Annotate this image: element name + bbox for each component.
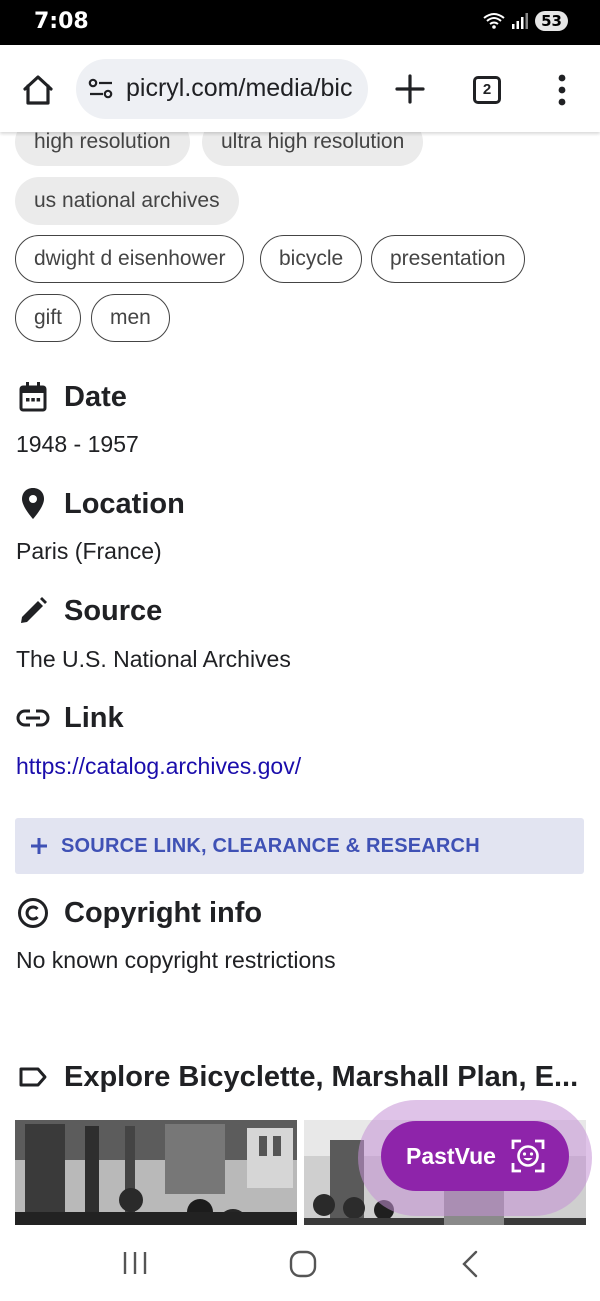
home-icon: [23, 75, 53, 105]
location-heading: Location: [16, 487, 185, 521]
tabs-icon[interactable]: 2: [473, 76, 501, 104]
source-value: The U.S. National Archives: [16, 646, 291, 672]
copyright-heading: Copyright info: [16, 896, 262, 930]
recents-icon[interactable]: [121, 1249, 149, 1277]
tag-chip[interactable]: presentation: [371, 235, 525, 283]
wifi-icon: [483, 13, 505, 29]
copyright-icon: [16, 896, 50, 930]
date-title: Date: [64, 380, 127, 413]
browser-toolbar: picryl.com/media/bic 2: [0, 45, 600, 132]
copyright-title: Copyright info: [64, 896, 263, 929]
tag-chip[interactable]: gift: [15, 294, 82, 342]
home-button[interactable]: [18, 72, 58, 108]
expand-label: SOURCE LINK, CLEARANCE & RESEARCH: [61, 834, 480, 857]
location-pin-icon: [16, 487, 50, 521]
explore-heading: Explore Bicyclette, Marshall Plan, E...: [16, 1060, 578, 1094]
tag-chip[interactable]: us national archives: [15, 177, 239, 225]
battery-indicator: 53: [535, 11, 568, 31]
more-menu-button[interactable]: [552, 73, 572, 107]
plus-icon: [395, 74, 425, 104]
pastvue-label: PastVue: [406, 1142, 496, 1169]
status-time: 7:08: [34, 9, 89, 34]
signal-icon: [512, 13, 529, 29]
link-heading: Link: [16, 701, 124, 735]
plus-icon: [31, 838, 47, 854]
tag-chip[interactable]: bicycle: [260, 235, 363, 283]
tag-chip[interactable]: men: [91, 294, 170, 342]
location-title: Location: [64, 487, 185, 520]
new-tab-button[interactable]: [393, 72, 427, 106]
calendar-icon: [16, 380, 50, 414]
label-icon: [16, 1060, 50, 1094]
date-value: 1948 - 1957: [16, 431, 139, 457]
related-image-thumbnail[interactable]: [15, 1120, 297, 1225]
source-heading: Source: [16, 594, 162, 628]
location-value: Paris (France): [16, 538, 162, 564]
link-icon: [16, 701, 50, 735]
source-url-link[interactable]: https://catalog.archives.gov/: [16, 753, 301, 780]
tag-chip[interactable]: high resolution: [15, 132, 190, 166]
link-title: Link: [64, 701, 124, 734]
home-nav-icon[interactable]: [288, 1249, 318, 1279]
more-vert-icon: [558, 74, 566, 106]
status-bar: 7:08 53: [0, 0, 600, 45]
source-title: Source: [64, 594, 163, 627]
status-icons: 53: [483, 11, 568, 31]
site-settings-icon[interactable]: [88, 77, 114, 101]
pastvue-button[interactable]: PastVue: [381, 1121, 569, 1191]
address-bar[interactable]: picryl.com/media/bic: [76, 59, 368, 119]
url-text[interactable]: picryl.com/media/bic: [126, 74, 352, 103]
tag-chip[interactable]: dwight d eisenhower: [15, 235, 245, 283]
system-navigation-bar: [0, 1225, 600, 1301]
date-heading: Date: [16, 380, 127, 414]
pencil-icon: [16, 594, 50, 628]
face-scan-icon: [511, 1139, 545, 1173]
back-icon[interactable]: [458, 1249, 484, 1279]
page-content: high resolution ultra high resolution us…: [0, 132, 600, 1225]
tag-chip[interactable]: ultra high resolution: [202, 132, 424, 166]
copyright-value: No known copyright restrictions: [16, 947, 336, 973]
explore-title: Explore Bicyclette, Marshall Plan, E...: [64, 1060, 579, 1093]
source-clearance-expand-button[interactable]: SOURCE LINK, CLEARANCE & RESEARCH: [15, 818, 584, 874]
